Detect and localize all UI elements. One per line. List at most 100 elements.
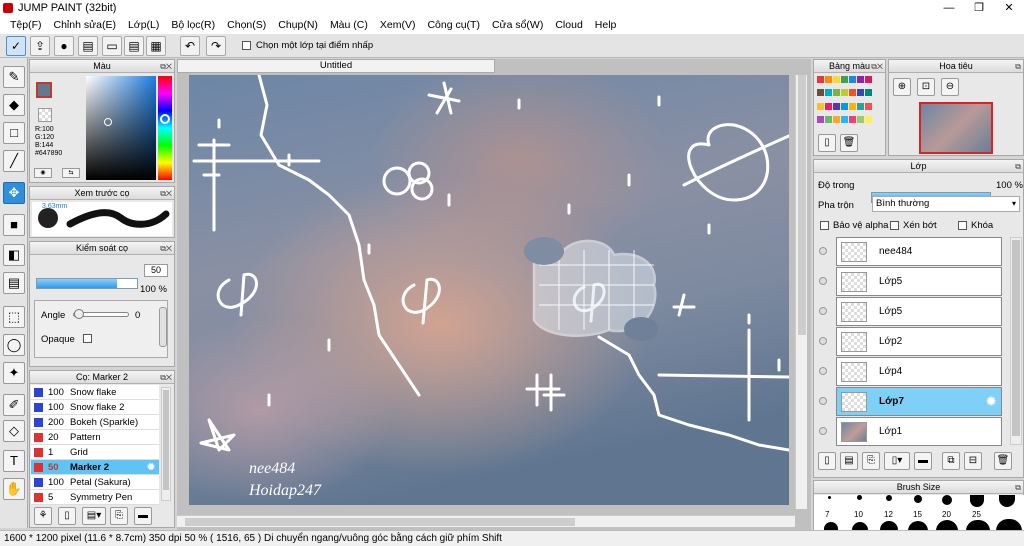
color-swatch[interactable] (849, 115, 856, 123)
swatch-new-icon[interactable]: ▯ (818, 134, 836, 152)
color-swatch[interactable] (857, 115, 864, 123)
brush-item[interactable]: 5 Symmetry Pen (31, 490, 159, 505)
move-tool-icon[interactable]: ✥ (3, 182, 25, 204)
size-dot[interactable] (914, 495, 922, 503)
brush-item[interactable]: 100 Snow flake (31, 385, 159, 400)
text-tool-icon[interactable]: T (3, 450, 25, 472)
layer-item[interactable]: Lớp5 (836, 267, 1002, 296)
brush-list-scroll-thumb[interactable] (163, 390, 169, 490)
menu-view[interactable]: Xem(V) (380, 19, 416, 31)
gradient-tool-icon[interactable]: ▤ (3, 272, 25, 294)
drawing-canvas[interactable]: nee484 Hoidap247 (189, 75, 789, 505)
menu-select[interactable]: Chọn(S) (227, 19, 266, 31)
grid-settings-icon[interactable]: ▦ (146, 36, 166, 56)
lock-checkbox[interactable] (958, 221, 967, 230)
panel-float-icon[interactable]: ⧉✕ (160, 372, 172, 384)
color-swatch[interactable] (841, 102, 848, 110)
size-dot[interactable] (942, 495, 952, 505)
rect-tool-icon[interactable]: □ (3, 122, 25, 144)
menu-tools[interactable]: Công cụ(T) (427, 19, 480, 31)
panel-float-icon[interactable]: ⧉✕ (160, 243, 172, 255)
hue-cursor[interactable] (160, 114, 170, 124)
redo-icon[interactable]: ↷ (206, 36, 226, 56)
export-icon[interactable]: ⇪ (30, 36, 50, 56)
canvas-vscroll-thumb[interactable] (798, 75, 806, 335)
canvas-hscroll-thumb[interactable] (185, 518, 575, 526)
layer-item[interactable]: Lớp5 (836, 297, 1002, 326)
document-icon[interactable]: ▤ (124, 36, 144, 56)
color-swatch[interactable] (833, 102, 840, 110)
color-swatch[interactable] (817, 76, 824, 83)
visibility-icon[interactable] (819, 397, 827, 405)
layer-delete-icon[interactable]: 🗑 (994, 452, 1012, 470)
brush-add-icon[interactable]: ⚘ (34, 507, 52, 525)
menu-filter[interactable]: Bộ lọc(R) (171, 19, 215, 31)
canvas-hscrollbar[interactable] (177, 515, 795, 527)
size-dot[interactable] (857, 495, 862, 500)
layer-add-menu-icon[interactable]: ▯▾ (884, 452, 910, 470)
color-swatch[interactable] (833, 76, 840, 83)
blend-mode-select[interactable]: Bình thường ▾ (872, 196, 1020, 212)
canvas-vscrollbar[interactable] (795, 75, 807, 509)
saturation-value-picker[interactable] (86, 76, 156, 180)
layer-item[interactable]: Lớp2 (836, 327, 1002, 356)
select-layer-checkbox[interactable] (242, 41, 251, 50)
menu-layer[interactable]: Lớp(L) (128, 19, 159, 31)
color-swatch[interactable] (817, 89, 824, 97)
color-swatch[interactable] (865, 89, 872, 97)
brush-settings-icon[interactable]: ✹ (147, 462, 155, 473)
visibility-icon[interactable] (819, 427, 827, 435)
brush-item[interactable]: 1 Grid (31, 445, 159, 460)
brush-item[interactable]: 200 Bokeh (Sparkle) (31, 415, 159, 430)
brush-item-selected[interactable]: 50 Marker 2 ✹ (31, 460, 159, 475)
visibility-icon[interactable] (819, 307, 827, 315)
options-scrollbar[interactable] (159, 307, 167, 347)
color-swatch[interactable] (865, 102, 872, 110)
select-pen-icon[interactable]: ✐ (3, 394, 25, 416)
line-tool-icon[interactable]: ╱ (3, 150, 25, 172)
size-dot[interactable] (828, 496, 831, 499)
picker-cursor[interactable] (104, 118, 112, 126)
fill-rect-tool-icon[interactable]: ■ (3, 214, 25, 236)
color-swatch[interactable] (865, 76, 872, 83)
brush-item[interactable]: 20 Pattern (31, 430, 159, 445)
panel-float-icon[interactable]: ⧉✕ (160, 188, 172, 200)
layer-scrollbar[interactable] (1010, 237, 1022, 445)
select-eraser-icon[interactable]: ◇ (3, 420, 25, 442)
visibility-icon[interactable] (819, 367, 827, 375)
menu-file[interactable]: Tệp(F) (10, 19, 42, 31)
size-dot[interactable] (970, 495, 984, 507)
color-swatch[interactable] (849, 102, 856, 110)
transparent-color[interactable] (38, 108, 52, 122)
color-swatch[interactable] (841, 76, 848, 83)
color-swatch[interactable] (825, 102, 832, 110)
menu-color[interactable]: Màu (C) (330, 19, 368, 31)
zoom-in-icon[interactable]: ⊕ (893, 78, 911, 96)
color-swatch[interactable] (825, 76, 832, 83)
size-dot[interactable] (999, 495, 1015, 507)
hand-tool-icon[interactable]: ✋ (3, 478, 25, 500)
color-swatch[interactable] (865, 115, 872, 123)
color-swatch[interactable] (849, 89, 856, 97)
menu-cloud[interactable]: Cloud (555, 19, 582, 31)
brush-save-icon[interactable]: ⎘ (110, 507, 128, 525)
visibility-icon[interactable] (819, 277, 827, 285)
layer-scroll-thumb[interactable] (1012, 240, 1020, 436)
pen-tool-icon[interactable]: ✎ (3, 66, 25, 88)
angle-slider[interactable] (73, 309, 129, 319)
visibility-icon[interactable] (819, 337, 827, 345)
canvas-tab[interactable]: Untitled (177, 59, 495, 73)
zoom-out-icon[interactable]: ⊖ (941, 78, 959, 96)
foreground-color[interactable] (36, 82, 52, 98)
layer-copy-icon[interactable]: ⎘ (862, 452, 880, 470)
layer-merge-icon[interactable]: ⊟ (964, 452, 982, 470)
color-swatch[interactable] (817, 115, 824, 123)
color-swatch[interactable] (857, 89, 864, 97)
menu-window[interactable]: Cửa sổ(W) (492, 19, 543, 31)
panel-float-icon[interactable]: ⧉ (1015, 61, 1021, 73)
layer-duplicate-icon[interactable]: ⧉ (942, 452, 960, 470)
angle-knob[interactable] (74, 309, 84, 319)
layer-item[interactable]: nee484 (836, 237, 1002, 266)
panel-float-icon[interactable]: ⧉ (1015, 482, 1021, 494)
swatch-delete-icon[interactable]: 🗑 (840, 134, 858, 152)
